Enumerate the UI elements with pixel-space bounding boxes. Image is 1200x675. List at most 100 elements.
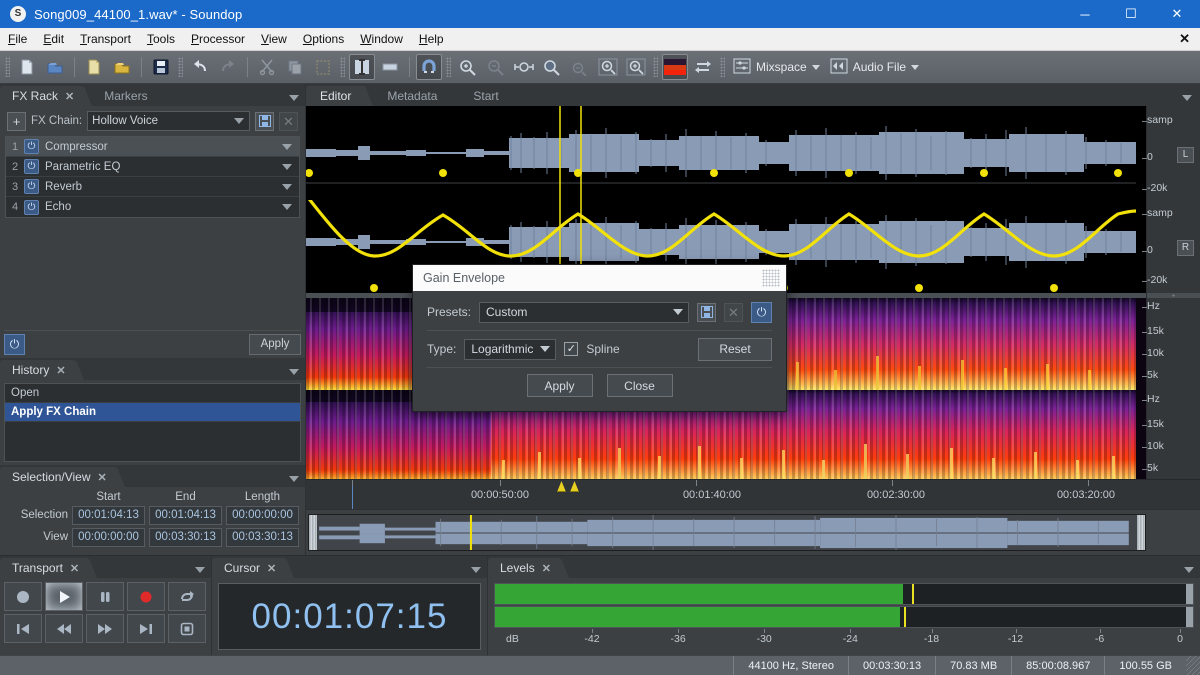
menu-edit[interactable]: Edit xyxy=(35,28,72,51)
view-length-field[interactable]: 00:03:30:13 xyxy=(226,528,299,547)
toolbar-grip-4[interactable] xyxy=(446,57,451,77)
tab-fx-rack[interactable]: FX Rack ✕ xyxy=(0,86,84,106)
selection-length-field[interactable]: 00:00:00:00 xyxy=(226,506,299,525)
record-button[interactable] xyxy=(127,582,165,611)
fx-rack-power-button[interactable]: ⏻ xyxy=(4,334,25,355)
timeline-ruler[interactable]: 00:00:50:00 00:01:40:00 00:02:30:00 00:0… xyxy=(306,479,1200,509)
power-icon[interactable]: ⏻ xyxy=(24,139,39,154)
chevron-down-icon[interactable] xyxy=(282,164,292,170)
close-icon[interactable]: ✕ xyxy=(70,562,79,575)
close-button[interactable]: Close xyxy=(607,374,673,397)
add-effect-button[interactable]: + xyxy=(7,112,26,131)
zoom-selection-icon[interactable] xyxy=(539,54,565,80)
menu-window[interactable]: Window xyxy=(352,28,411,51)
close-window-button[interactable]: ✕ xyxy=(1154,0,1200,28)
view-end-field[interactable]: 00:03:30:13 xyxy=(149,528,222,547)
minimize-button[interactable]: ─ xyxy=(1062,0,1108,28)
loop-playback-icon[interactable] xyxy=(690,54,716,80)
zoom-in-time-icon[interactable] xyxy=(455,54,481,80)
power-icon[interactable]: ⏻ xyxy=(24,179,39,194)
close-icon[interactable]: ✕ xyxy=(267,562,276,575)
zoom-out-time-icon[interactable] xyxy=(483,54,509,80)
cut-icon[interactable] xyxy=(254,54,280,80)
toolbar-grip-3[interactable] xyxy=(340,57,345,77)
save-chain-button[interactable] xyxy=(255,112,274,131)
close-icon[interactable]: ✕ xyxy=(542,562,551,575)
channel-badge-left[interactable]: L xyxy=(1177,147,1194,163)
snap-magnet-icon[interactable] xyxy=(416,54,442,80)
zoom-fit-icon[interactable] xyxy=(511,54,537,80)
panel-menu-icon[interactable] xyxy=(289,95,299,101)
cursor-time-display[interactable]: 00:01:07:15 xyxy=(218,583,481,650)
panel-menu-icon[interactable] xyxy=(1184,567,1194,573)
pause-button[interactable] xyxy=(86,582,124,611)
chevron-down-icon[interactable] xyxy=(282,184,292,190)
toolbar-grip[interactable] xyxy=(5,57,10,77)
delete-chain-button[interactable]: ✕ xyxy=(279,112,298,131)
view-start-field[interactable]: 00:00:00:00 xyxy=(72,528,145,547)
stop-button[interactable] xyxy=(4,582,42,611)
panel-menu-icon[interactable] xyxy=(195,567,205,573)
monitor-button[interactable] xyxy=(168,614,206,643)
rewind-button[interactable] xyxy=(45,614,83,643)
select-tool-icon[interactable] xyxy=(377,54,403,80)
zoom-out-amp-icon[interactable] xyxy=(567,54,593,80)
skip-end-button[interactable] xyxy=(127,614,165,643)
tab-editor[interactable]: Editor xyxy=(306,86,365,106)
level-meter-right[interactable] xyxy=(494,606,1194,628)
tab-levels[interactable]: Levels ✕ xyxy=(488,558,561,578)
edit-tool-icon[interactable] xyxy=(349,54,375,80)
menu-transport[interactable]: Transport xyxy=(72,28,139,51)
chevron-down-icon[interactable] xyxy=(282,144,292,150)
gain-envelope-dialog[interactable]: Gain Envelope Presets: Custom ✕ ⏻ xyxy=(412,264,787,412)
close-icon[interactable]: ✕ xyxy=(98,471,107,484)
zoom-in-vert-icon[interactable] xyxy=(595,54,621,80)
channel-badge-right[interactable]: R xyxy=(1177,240,1194,256)
ruler-splitter[interactable] xyxy=(1147,293,1200,298)
menu-file[interactable]: FFileile xyxy=(0,28,35,51)
dialog-power-button[interactable]: ⏻ xyxy=(751,302,772,323)
tab-cursor[interactable]: Cursor ✕ xyxy=(212,558,286,578)
overview-strip[interactable] xyxy=(306,509,1200,555)
overview-waveform[interactable] xyxy=(308,514,1146,551)
open-file-icon[interactable] xyxy=(42,54,68,80)
fx-list-item-compressor[interactable]: 1 ⏻ Compressor xyxy=(6,137,299,157)
paste-icon[interactable] xyxy=(310,54,336,80)
tab-metadata[interactable]: Metadata xyxy=(373,86,451,106)
toolbar-grip-5[interactable] xyxy=(653,57,658,77)
type-combo[interactable]: Logarithmic xyxy=(464,339,556,360)
apply-button[interactable]: Apply xyxy=(527,374,593,397)
menu-view[interactable]: View xyxy=(253,28,295,51)
history-item-apply-fx-chain[interactable]: Apply FX Chain xyxy=(5,403,300,422)
new-file-icon[interactable] xyxy=(14,54,40,80)
tab-selection-view[interactable]: Selection/View ✕ xyxy=(0,467,117,487)
menu-processor[interactable]: Processor xyxy=(183,28,253,51)
menu-tools[interactable]: Tools xyxy=(139,28,183,51)
level-meter-left[interactable] xyxy=(494,583,1194,605)
spectral-view-icon[interactable] xyxy=(662,54,688,80)
selection-marker-end[interactable] xyxy=(570,481,579,492)
menu-options[interactable]: Options xyxy=(295,28,352,51)
power-icon[interactable]: ⏻ xyxy=(24,200,39,215)
panel-menu-icon[interactable] xyxy=(289,476,299,482)
reset-button[interactable]: Reset xyxy=(698,338,772,361)
tab-markers[interactable]: Markers xyxy=(92,86,157,106)
fast-forward-button[interactable] xyxy=(86,614,124,643)
delete-preset-button[interactable]: ✕ xyxy=(724,303,743,322)
toolbar-grip-6[interactable] xyxy=(720,57,725,77)
history-item-open[interactable]: Open xyxy=(5,384,300,403)
fx-list-item-reverb[interactable]: 3 ⏻ Reverb xyxy=(6,177,299,197)
resize-grip-icon[interactable] xyxy=(1186,656,1200,675)
power-icon[interactable]: ⏻ xyxy=(24,159,39,174)
copy-icon[interactable] xyxy=(282,54,308,80)
loop-button[interactable] xyxy=(168,582,206,611)
close-document-button[interactable]: ✕ xyxy=(1169,31,1200,47)
overview-handle-right[interactable] xyxy=(1137,515,1145,550)
panel-menu-icon[interactable] xyxy=(289,369,299,375)
panel-menu-icon[interactable] xyxy=(471,567,481,573)
mixspace-dropdown[interactable]: Mixspace xyxy=(729,55,824,79)
tab-history[interactable]: History ✕ xyxy=(0,360,76,380)
skip-start-button[interactable] xyxy=(4,614,42,643)
close-icon[interactable]: ✕ xyxy=(56,364,65,377)
zoom-in-amp-icon[interactable] xyxy=(623,54,649,80)
